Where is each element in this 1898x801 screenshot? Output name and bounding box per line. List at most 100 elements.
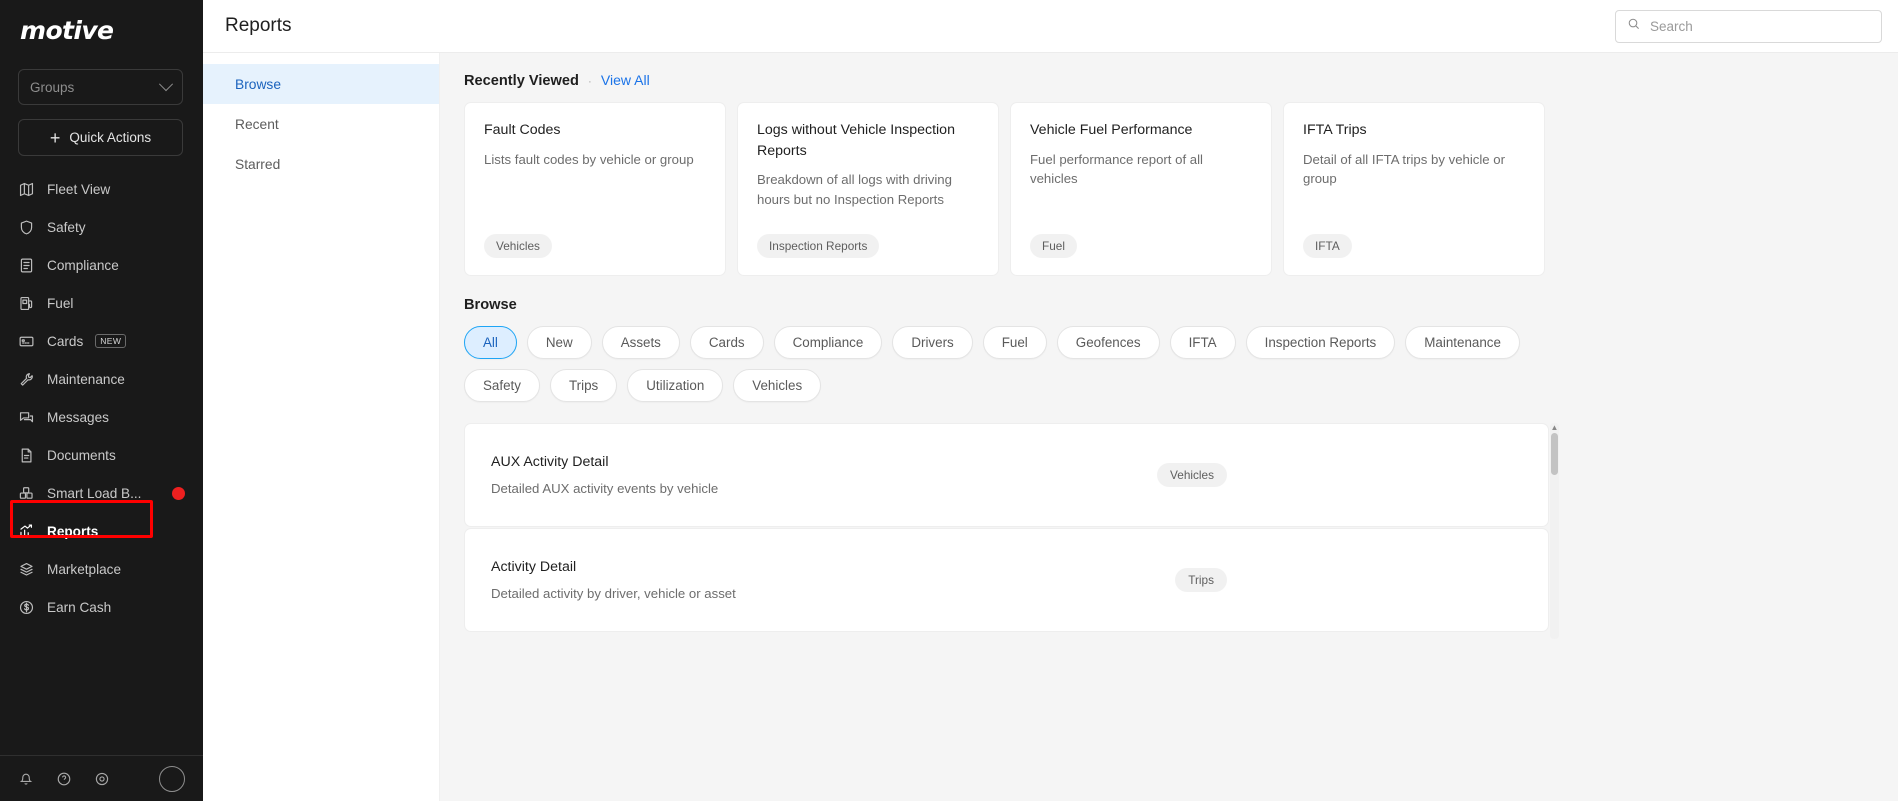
sidebar-item-smart-load-board[interactable]: Smart Load B... [0,474,203,512]
report-card-description: Lists fault codes by vehicle or group [484,151,694,167]
filter-chip-geofences[interactable]: Geofences [1056,326,1160,359]
filter-chip-new[interactable]: New [526,326,592,359]
browse-filter-chips: All New Assets Cards Compliance Drivers … [464,326,1534,402]
fuel-pump-icon [18,295,35,312]
filter-chip-assets[interactable]: Assets [601,326,680,359]
sidebar-item-fleet-view[interactable]: Fleet View [0,170,203,208]
list-item[interactable]: AUX Activity Detail Detailed AUX activit… [464,423,1549,527]
sidebar-item-documents[interactable]: Documents [0,436,203,474]
wrench-icon [18,371,35,388]
main-area: Reports Browse Recent Starred [203,0,1898,801]
subnav-item-browse[interactable]: Browse [203,64,439,104]
sidebar-item-label: Reports [47,523,99,539]
list-item-title: Activity Detail [491,559,577,575]
view-all-link[interactable]: View All [601,72,650,88]
shield-icon [18,219,35,236]
chat-icon [18,409,35,426]
sidebar-item-messages[interactable]: Messages [0,398,203,436]
subnav-item-label: Recent [235,116,279,132]
page-title: Reports [225,15,292,36]
sidebar-item-cards[interactable]: Cards NEW [0,322,203,360]
reports-list-wrapper: AUX Activity Detail Detailed AUX activit… [464,423,1559,639]
topbar: Reports [203,0,1898,53]
reports-subnav: Browse Recent Starred [203,53,440,801]
browse-title: Browse [464,297,517,313]
groups-selector[interactable]: Groups [18,69,183,105]
bar-chart-icon [18,523,35,540]
report-card-title: Logs without Vehicle Inspection Reports [757,122,955,159]
filter-chip-compliance[interactable]: Compliance [773,326,883,359]
sidebar-item-marketplace[interactable]: Marketplace [0,550,203,588]
map-icon [18,181,35,198]
subnav-item-label: Browse [235,76,282,92]
report-card[interactable]: IFTA Trips Detail of all IFTA trips by v… [1283,102,1545,276]
list-item-description: Detailed activity by driver, vehicle or … [491,586,736,601]
filter-chip-inspection-reports[interactable]: Inspection Reports [1245,326,1396,359]
filter-chip-ifta[interactable]: IFTA [1169,326,1236,359]
sidebar-item-reports[interactable]: Reports [0,512,203,550]
filter-chip-utilization[interactable]: Utilization [627,369,724,402]
report-card-description: Detail of all IFTA trips by vehicle or g… [1303,151,1506,187]
sidebar-item-label: Fleet View [47,181,111,197]
alert-dot-icon [172,486,185,500]
groups-selector-label: Groups [30,79,75,95]
subnav-item-recent[interactable]: Recent [203,104,439,144]
filter-chip-fuel[interactable]: Fuel [982,326,1047,359]
list-item-description: Detailed AUX activity events by vehicle [491,481,719,496]
content-panel: Recently Viewed · View All Fault Codes L… [440,53,1898,801]
layers-icon [18,561,35,578]
list-item-main: Activity Detail Detailed activity by dri… [491,559,1175,601]
sidebar-item-label: Fuel [47,295,74,311]
app-root: motive Groups + Quick Actions Fleet View… [0,0,1898,801]
filter-chip-vehicles[interactable]: Vehicles [733,369,822,402]
report-card[interactable]: Vehicle Fuel Performance Fuel performanc… [1010,102,1272,276]
sidebar-item-earn-cash[interactable]: Earn Cash [0,588,203,626]
sidebar-item-maintenance[interactable]: Maintenance [0,360,203,398]
search-box[interactable] [1615,9,1882,43]
list-item-main: AUX Activity Detail Detailed AUX activit… [491,454,1157,496]
settings-gear-icon[interactable] [94,771,110,787]
vertical-scrollbar[interactable]: ▲ [1550,423,1559,639]
filter-chip-trips[interactable]: Trips [549,369,618,402]
sidebar-item-fuel[interactable]: Fuel [0,284,203,322]
list-item-tag: Trips [1175,568,1227,592]
chevron-down-icon [158,77,174,92]
recently-viewed-header: Recently Viewed · View All [464,72,1898,89]
quick-actions-button[interactable]: + Quick Actions [18,119,183,156]
filter-chip-drivers[interactable]: Drivers [892,326,973,359]
scrollbar-thumb[interactable] [1551,433,1558,475]
sidebar-item-safety[interactable]: Safety [0,208,203,246]
filter-chip-safety[interactable]: Safety [464,369,540,402]
document-icon [18,447,35,464]
subnav-item-starred[interactable]: Starred [203,144,439,184]
sidebar-nav: Fleet View Safety Compliance Fuel Cards … [0,170,203,755]
sidebar-item-label: Smart Load B... [47,485,142,501]
sidebar-item-label: Cards [47,333,84,349]
scroll-up-arrow-icon[interactable]: ▲ [1550,423,1559,432]
report-card-description: Breakdown of all logs with driving hours… [757,172,952,207]
recently-viewed-title: Recently Viewed [464,73,579,89]
list-item[interactable]: Activity Detail Detailed activity by dri… [464,528,1549,632]
list-item-tag: Vehicles [1157,463,1227,487]
sidebar-item-label: Safety [47,219,86,235]
report-card[interactable]: Logs without Vehicle Inspection Reports … [737,102,999,276]
sidebar-item-label: Compliance [47,257,119,273]
boxes-icon [18,485,35,502]
report-card-title: Vehicle Fuel Performance [1030,122,1193,138]
dollar-circle-icon [18,599,35,616]
report-card-tag: Vehicles [484,234,552,258]
report-card[interactable]: Fault Codes Lists fault codes by vehicle… [464,102,726,276]
filter-chip-all[interactable]: All [464,326,517,359]
help-icon[interactable] [56,771,72,787]
sidebar-item-label: Earn Cash [47,599,112,615]
sidebar-item-compliance[interactable]: Compliance [0,246,203,284]
search-input[interactable] [1650,18,1870,34]
brand-logo[interactable]: motive [0,0,203,59]
sidebar: motive Groups + Quick Actions Fleet View… [0,0,203,801]
document-list-icon [18,257,35,274]
avatar[interactable] [159,765,185,792]
filter-chip-cards[interactable]: Cards [689,326,764,359]
notification-icon[interactable] [18,771,34,787]
filter-chip-maintenance[interactable]: Maintenance [1405,326,1520,359]
report-card-title: Fault Codes [484,122,561,138]
